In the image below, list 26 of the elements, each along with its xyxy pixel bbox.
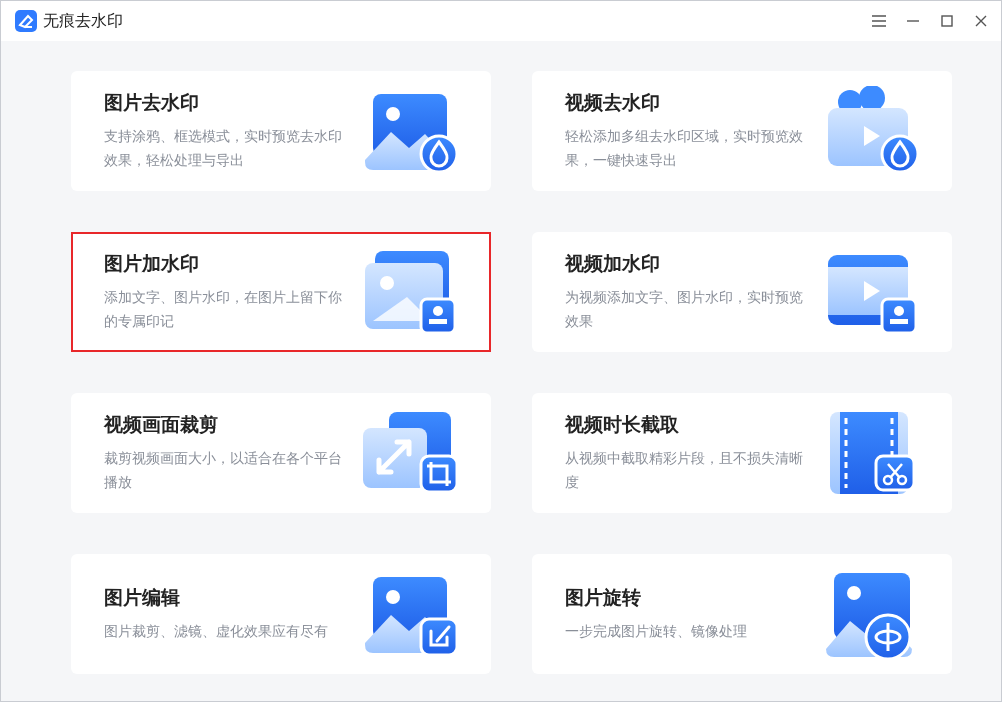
card-description: 图片裁剪、滤镜、虚化效果应有尽有	[104, 622, 329, 641]
card-description: 轻松添加多组去水印区域，实时预览效果，一键快速导出	[565, 127, 804, 170]
card-title: 图片旋转	[565, 585, 642, 610]
card-title: 图片去水印	[104, 90, 200, 115]
tool-card[interactable]: 视频时长截取 从视频中截取精彩片段，且不损失清晰度	[532, 393, 952, 513]
card-description: 为视频添加文字、图片水印，实时预览效果	[565, 288, 804, 331]
card-description: 一步完成图片旋转、镜像处理	[565, 622, 748, 641]
tool-card[interactable]: 视频画面裁剪 裁剪视频画面大小，以适合在各个平台播放	[71, 393, 491, 513]
tool-card[interactable]: 图片旋转 一步完成图片旋转、镜像处理	[532, 554, 952, 674]
card-description: 从视频中截取精彩片段，且不损失清晰度	[565, 449, 804, 492]
tool-card[interactable]: 图片去水印 支持涂鸦、框选模式，实时预览去水印效果，轻松处理与导出	[71, 71, 491, 191]
card-description: 添加文字、图片水印，在图片上留下你的专属印记	[104, 288, 343, 331]
card-title: 图片加水印	[104, 251, 200, 276]
card-title: 图片编辑	[104, 585, 181, 610]
tool-card[interactable]: 图片加水印 添加文字、图片水印，在图片上留下你的专属印记	[71, 232, 491, 352]
card-title: 视频加水印	[565, 251, 661, 276]
card-description: 裁剪视频画面大小，以适合在各个平台播放	[104, 449, 343, 492]
app-logo-icon	[15, 10, 37, 32]
window-title: 无痕去水印	[43, 10, 124, 32]
tool-card[interactable]: 视频去水印 轻松添加多组去水印区域，实时预览效果，一键快速导出	[532, 71, 952, 191]
card-title: 视频去水印	[565, 90, 661, 115]
card-description: 支持涂鸦、框选模式，实时预览去水印效果，轻松处理与导出	[104, 127, 343, 170]
card-title: 视频时长截取	[565, 412, 680, 437]
tool-card[interactable]: 视频加水印 为视频添加文字、图片水印，实时预览效果	[532, 232, 952, 352]
card-title: 视频画面裁剪	[104, 412, 219, 437]
tool-card[interactable]: 图片编辑 图片裁剪、滤镜、虚化效果应有尽有	[71, 554, 491, 674]
